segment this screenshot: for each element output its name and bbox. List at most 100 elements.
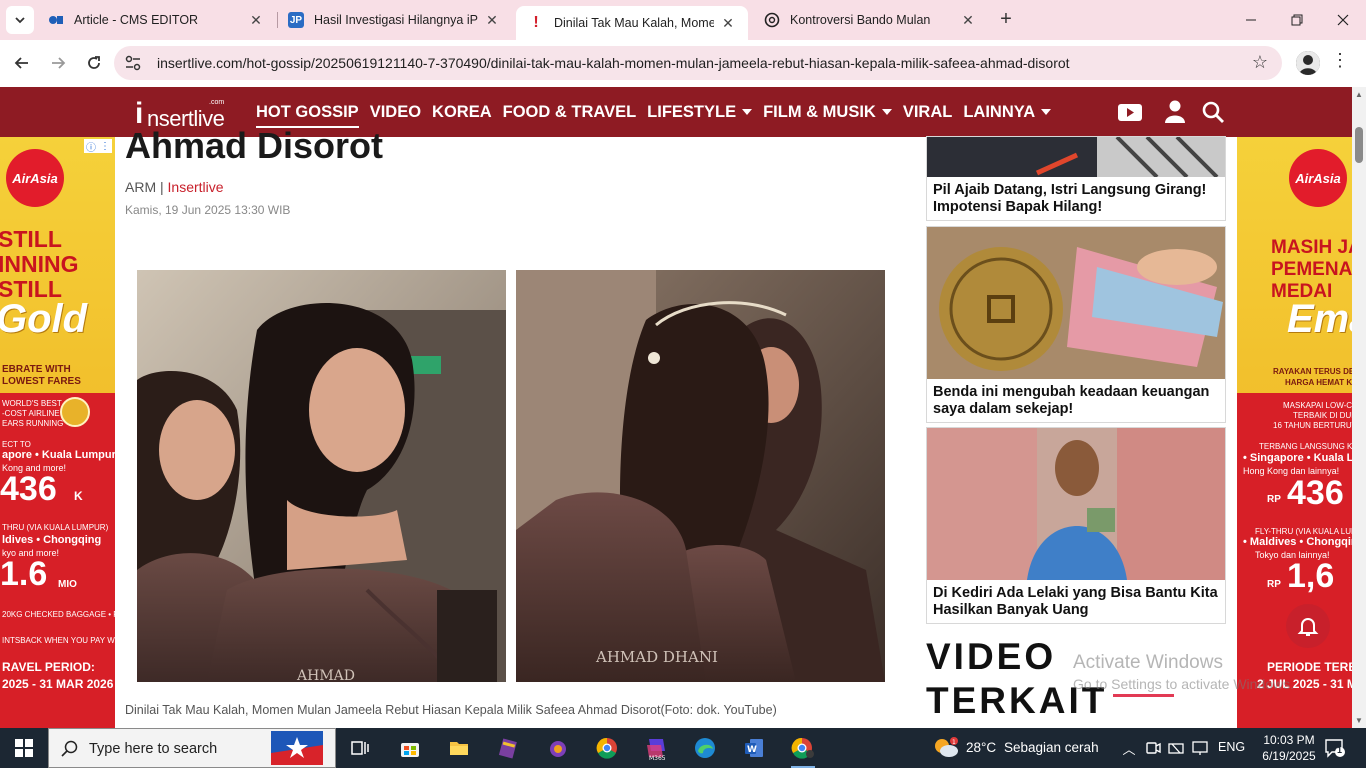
menu-viral[interactable]: VIRAL: [903, 103, 953, 122]
site-info-icon[interactable]: [124, 54, 142, 72]
ad-perk: 20KG CHECKED BAGGAGE • PICK A SEAT: [2, 610, 115, 619]
insertlive-logo[interactable]: i nsertlive .com: [135, 95, 235, 131]
microsoft-365-button[interactable]: M365: [636, 732, 676, 764]
language-indicator[interactable]: ENG: [1218, 740, 1245, 754]
tab-title: Hasil Investigasi Hilangnya iPho: [314, 13, 478, 27]
back-button[interactable]: [7, 48, 37, 78]
winrar-button[interactable]: [488, 732, 528, 764]
tab-search-button[interactable]: [6, 6, 34, 34]
ad-sub: HARGA HEMAT K: [1285, 378, 1352, 387]
meet-now-icon[interactable]: [1144, 739, 1162, 757]
user-account-icon[interactable]: [1161, 98, 1189, 126]
ad-price: 1,6: [1287, 557, 1335, 595]
tab-kontroversi-bando[interactable]: Kontroversi Bando Mulan ✕: [752, 0, 988, 40]
caret-down-icon: [1041, 109, 1052, 115]
bookmark-star-icon[interactable]: ☆: [1252, 52, 1268, 73]
cms-favicon-icon: [48, 12, 64, 28]
ad-perk: INTSBACK WHEN YOU PAY WITH POINTS: [2, 636, 115, 645]
show-hidden-icons-icon[interactable]: ︿: [1120, 739, 1138, 757]
edge-button[interactable]: [685, 732, 725, 764]
ad-period-label: PERIODE TERBA: [1267, 660, 1352, 674]
url-text[interactable]: insertlive.com/hot-gossip/20250619121140…: [157, 55, 1070, 71]
reload-icon: [88, 56, 100, 69]
youtube-icon[interactable]: [1116, 98, 1144, 126]
back-arrow-icon: [14, 57, 28, 69]
ad-period: 2025 - 31 MAR 2026: [2, 677, 114, 691]
address-bar[interactable]: insertlive.com/hot-gossip/20250619121140…: [114, 46, 1282, 80]
chevron-down-icon: [15, 17, 25, 24]
menu-film-musik[interactable]: FILM & MUSIK: [763, 103, 892, 122]
chrome-profile-button[interactable]: [783, 732, 823, 768]
activate-windows-title: Activate Windows: [1073, 652, 1223, 673]
sponsored-card[interactable]: Pil Ajaib Datang, Istri Langsung Girang!…: [926, 136, 1226, 221]
close-tab-icon[interactable]: ✕: [484, 12, 500, 29]
minimize-button[interactable]: [1228, 0, 1274, 40]
scrollbar-thumb[interactable]: [1355, 127, 1363, 163]
settings-link[interactable]: Settings: [1111, 676, 1162, 692]
restore-icon: [1291, 14, 1303, 26]
weather-icon[interactable]: 1: [932, 736, 960, 760]
menu-hot-gossip[interactable]: HOT GOSSIP: [256, 103, 359, 128]
profile-avatar[interactable]: [1296, 51, 1320, 75]
photo-watermark: AHMAD DHANI: [595, 648, 718, 666]
menu-korea[interactable]: KOREA: [432, 103, 492, 122]
weather-desc[interactable]: Sebagian cerah: [1004, 740, 1099, 755]
task-view-icon: [351, 741, 369, 755]
start-button[interactable]: [0, 728, 48, 768]
tab-dinilai-tak-mau-kalah[interactable]: ! Dinilai Tak Mau Kalah, Momen M ✕: [516, 6, 748, 40]
reload-button[interactable]: [79, 48, 109, 78]
page-scrollbar[interactable]: ▲ ▼: [1352, 87, 1366, 728]
display-icon[interactable]: [1191, 739, 1209, 757]
taskbar-search-box[interactable]: Type here to search: [48, 728, 336, 768]
menu-lainnya[interactable]: LAINNYA: [963, 103, 1052, 122]
tab-cms-editor[interactable]: Article - CMS EDITOR ✕: [36, 0, 276, 40]
article-photo-left: AHMAD: [137, 270, 506, 682]
source-link[interactable]: Insertlive: [168, 179, 224, 195]
notification-center-button[interactable]: 1: [1324, 738, 1346, 758]
browser-toolbar: insertlive.com/hot-gossip/20250619121140…: [0, 40, 1366, 86]
close-tab-icon[interactable]: ✕: [720, 15, 736, 32]
restore-button[interactable]: [1274, 0, 1320, 40]
task-view-button[interactable]: [340, 732, 380, 764]
tab-hasil-investigasi[interactable]: JP Hasil Investigasi Hilangnya iPho ✕: [276, 0, 512, 40]
browser-menu-icon[interactable]: ⋮: [1331, 50, 1349, 71]
scroll-down-icon[interactable]: ▼: [1355, 716, 1363, 725]
photo-left-illustration: AHMAD: [137, 270, 506, 682]
system-clock[interactable]: 10:03 PM 6/19/2025: [1254, 732, 1324, 764]
network-icon[interactable]: [1167, 739, 1185, 757]
card-image: [927, 428, 1225, 580]
sponsored-card[interactable]: Benda ini mengubah keadaan keuangan saya…: [926, 226, 1226, 423]
folder-icon: [450, 742, 468, 755]
ad-award: TERBAIK DI DUNI: [1293, 411, 1352, 420]
chrome-button[interactable]: [587, 732, 627, 764]
close-window-button[interactable]: [1320, 0, 1366, 40]
airasia-ad-left[interactable]: ⓘ ⋮ AirAsia STILL INNING STILL Gold EBRAT…: [0, 137, 115, 728]
svg-text:1: 1: [952, 739, 956, 746]
ad-choices-icon[interactable]: ⓘ ⋮: [84, 139, 112, 154]
close-tab-icon[interactable]: ✕: [248, 12, 264, 29]
onion-browser-button[interactable]: [538, 732, 578, 764]
photo-caption: Dinilai Tak Mau Kalah, Momen Mulan Jamee…: [125, 703, 777, 717]
close-tab-icon[interactable]: ✕: [960, 12, 976, 29]
jp-favicon-icon: JP: [288, 12, 304, 28]
new-tab-button[interactable]: +: [994, 8, 1018, 32]
search-icon: [61, 740, 78, 757]
ad-headline-line: INNING: [0, 251, 79, 277]
scroll-up-icon[interactable]: ▲: [1355, 90, 1363, 99]
menu-label: KOREA: [432, 102, 492, 121]
photo-right-illustration: AHMAD DHANI: [516, 270, 885, 682]
wm-text: Go to: [1073, 676, 1112, 692]
microsoft-store-button[interactable]: [390, 732, 430, 764]
weather-temp[interactable]: 28°C: [966, 740, 996, 755]
article-photo-right: AHMAD DHANI: [516, 270, 885, 682]
search-icon[interactable]: [1199, 98, 1227, 126]
menu-video[interactable]: VIDEO: [370, 103, 421, 122]
forward-button[interactable]: [43, 48, 73, 78]
word-button[interactable]: W: [734, 732, 774, 764]
file-explorer-button[interactable]: [439, 732, 479, 764]
close-icon: [1337, 14, 1349, 26]
menu-food-travel[interactable]: FOOD & TRAVEL: [503, 103, 637, 122]
menu-lifestyle[interactable]: LIFESTYLE: [647, 103, 753, 122]
sponsored-card[interactable]: Di Kediri Ada Lelaki yang Bisa Bantu Kit…: [926, 427, 1226, 624]
notification-bell-button[interactable]: [1286, 604, 1330, 648]
